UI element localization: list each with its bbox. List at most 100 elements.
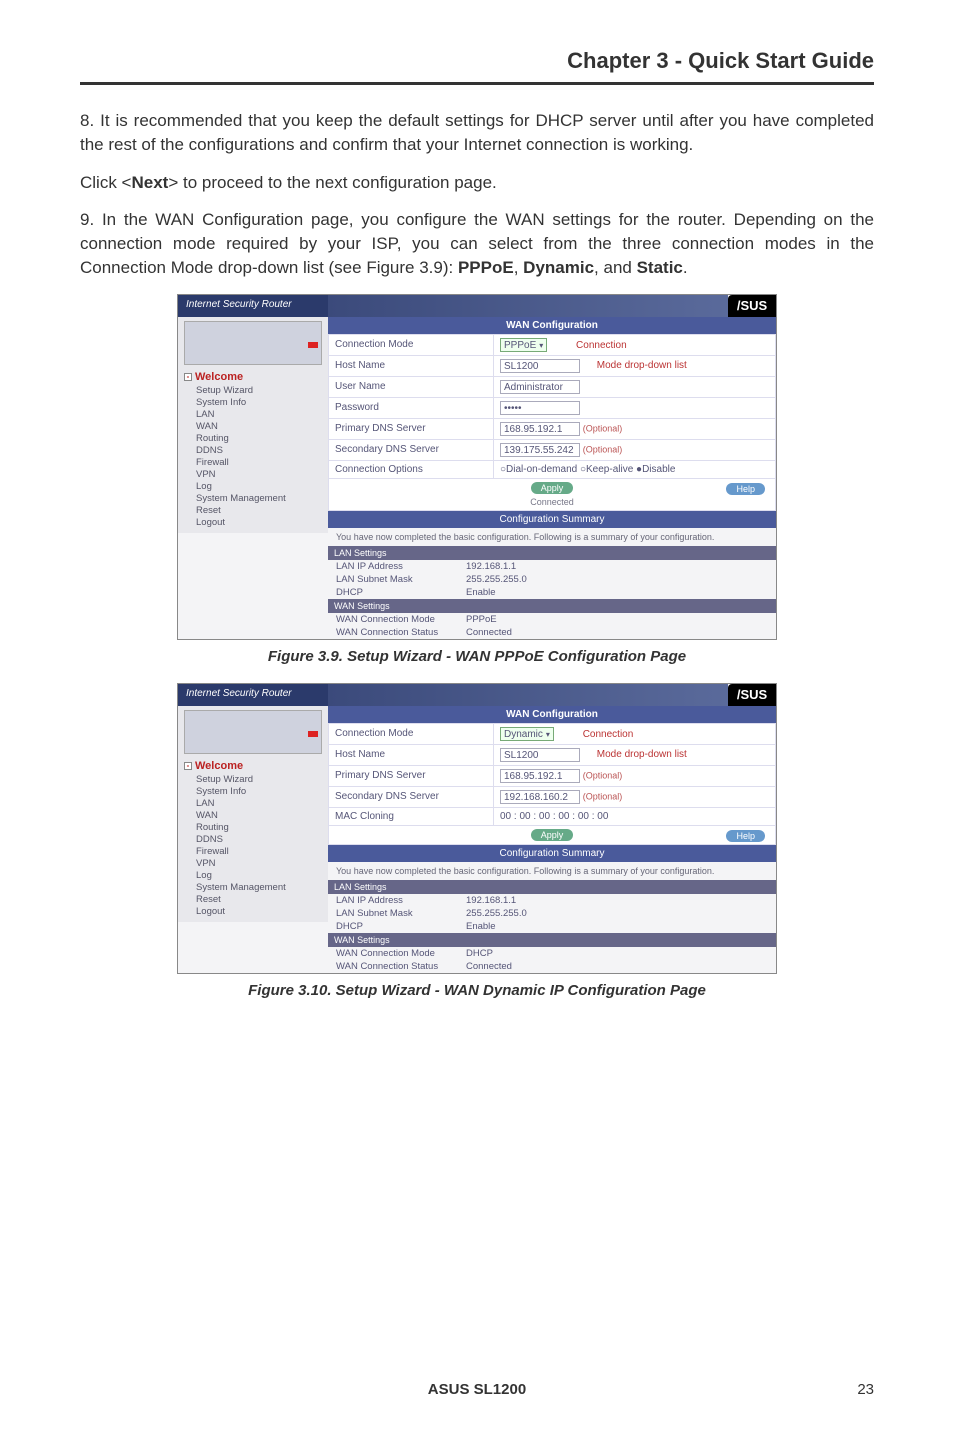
chapter-title: Chapter 3 - Quick Start Guide — [80, 48, 874, 74]
sidebar-item-reset[interactable]: Reset — [196, 894, 322, 905]
sidebar-item-lan[interactable]: LAN — [196, 409, 322, 420]
connopt-radios[interactable]: ○Dial-on-demand ○Keep-alive ●Disable — [494, 460, 776, 478]
text: > to proceed to the next configuration p… — [168, 173, 496, 192]
sidebar-item-routing[interactable]: Routing — [196, 822, 322, 833]
anno-connection: Connection — [583, 729, 634, 740]
sidebar-item-reset[interactable]: Reset — [196, 505, 322, 516]
label-pass: Password — [329, 397, 494, 418]
optional-label: (Optional) — [583, 791, 623, 801]
optional-label: (Optional) — [583, 423, 623, 433]
product-image — [184, 321, 322, 365]
mac-inputs[interactable]: 00 : 00 : 00 : 00 : 00 : 00 — [494, 807, 776, 825]
sidebar-item-welcome[interactable]: -Welcome — [184, 760, 322, 772]
brand-logo: /SUS — [728, 295, 776, 317]
sidebar-item-wan[interactable]: WAN — [196, 810, 322, 821]
figure-3-9: Internet Security Router /SUS -Welcome S… — [177, 294, 777, 640]
kv-dhcp: DHCPEnable — [328, 586, 776, 599]
brand-logo: /SUS — [728, 684, 776, 706]
sidebar-item-sysinfo[interactable]: System Info — [196, 786, 322, 797]
label-user: User Name — [329, 376, 494, 397]
sidebar-item-lan[interactable]: LAN — [196, 798, 322, 809]
sidebar-item-vpn[interactable]: VPN — [196, 469, 322, 480]
kv-lanip: LAN IP Address192.168.1.1 — [328, 894, 776, 907]
secdns-input[interactable]: 192.168.160.2 — [500, 790, 580, 804]
summary-msg: You have now completed the basic configu… — [328, 862, 776, 880]
help-button[interactable]: Help — [726, 483, 765, 495]
anno-drop: Mode drop-down list — [597, 749, 687, 760]
apply-button[interactable]: Apply — [531, 482, 574, 494]
sidebar-item-setup[interactable]: Setup Wizard — [196, 774, 322, 785]
host-input[interactable]: SL1200 — [500, 359, 580, 373]
kv-lanmask: LAN Subnet Mask255.255.255.0 — [328, 907, 776, 920]
conn-mode-select[interactable]: Dynamic — [500, 727, 554, 741]
paragraph-next: Click <Next> to proceed to the next conf… — [80, 171, 874, 195]
sidebar-item-setup[interactable]: Setup Wizard — [196, 385, 322, 396]
user-input[interactable]: Administrator — [500, 380, 580, 394]
kv-wanmode: WAN Connection ModePPPoE — [328, 613, 776, 626]
sidebar-item-welcome[interactable]: -Welcome — [184, 371, 322, 383]
sidebar-item-sysmgmt[interactable]: System Management — [196, 882, 322, 893]
conn-mode-select[interactable]: PPPoE — [500, 338, 547, 352]
paragraph-9: 9. In the WAN Configuration page, you co… — [80, 208, 874, 279]
sidebar-item-ddns[interactable]: DDNS — [196, 834, 322, 845]
pass-input[interactable]: ••••• — [500, 401, 580, 415]
sidebar-item-log[interactable]: Log — [196, 481, 322, 492]
label-connopt: Connection Options — [329, 460, 494, 478]
titlebar: Internet Security Router /SUS — [178, 684, 776, 706]
kv-lanmask: LAN Subnet Mask255.255.255.0 — [328, 573, 776, 586]
text: Click < — [80, 173, 131, 192]
sidebar: -Welcome Setup Wizard System Info LAN WA… — [178, 317, 328, 533]
text: . — [683, 258, 688, 277]
titlebar: Internet Security Router /SUS — [178, 295, 776, 317]
summary-banner: Configuration Summary — [328, 511, 776, 528]
sidebar-item-logout[interactable]: Logout — [196, 906, 322, 917]
sidebar-item-log[interactable]: Log — [196, 870, 322, 881]
mode-pppoe: PPPoE — [458, 258, 514, 277]
apply-row: Apply Help Connected — [329, 478, 776, 510]
kv-wanstat: WAN Connection StatusConnected — [328, 960, 776, 973]
sidebar-item-sysinfo[interactable]: System Info — [196, 397, 322, 408]
sidebar-item-vpn[interactable]: VPN — [196, 858, 322, 869]
lan-settings-title: LAN Settings — [328, 880, 776, 894]
sidebar-item-wan[interactable]: WAN — [196, 421, 322, 432]
sidebar-item-ddns[interactable]: DDNS — [196, 445, 322, 456]
kv-wanmode: WAN Connection ModeDHCP — [328, 947, 776, 960]
sidebar-item-routing[interactable]: Routing — [196, 433, 322, 444]
kv-dhcp: DHCPEnable — [328, 920, 776, 933]
apply-row: Apply Help — [329, 825, 776, 844]
figure-3-10-caption: Figure 3.10. Setup Wizard - WAN Dynamic … — [80, 982, 874, 999]
main-panel: WAN Configuration Connection ModePPPoE C… — [328, 317, 776, 639]
host-input[interactable]: SL1200 — [500, 748, 580, 762]
wan-table: Connection Mode PPPoE Connection Host Nam… — [328, 334, 776, 511]
summary-msg: You have now completed the basic configu… — [328, 528, 776, 546]
label-secdns: Secondary DNS Server — [329, 439, 494, 460]
wan-banner: WAN Configuration — [328, 706, 776, 723]
lan-settings-title: LAN Settings — [328, 546, 776, 560]
apply-button[interactable]: Apply — [531, 829, 574, 841]
sidebar-item-logout[interactable]: Logout — [196, 517, 322, 528]
anno-connection: Connection — [576, 340, 627, 351]
figure-3-10: Internet Security Router /SUS -Welcome S… — [177, 683, 777, 974]
mode-static: Static — [637, 258, 683, 277]
secdns-input[interactable]: 139.175.55.242 — [500, 443, 580, 457]
text: , — [514, 258, 523, 277]
kv-wanstat: WAN Connection StatusConnected — [328, 626, 776, 639]
wan-table: Connection ModeDynamic Connection Host N… — [328, 723, 776, 845]
label-host: Host Name — [329, 744, 494, 765]
wan-settings-title: WAN Settings — [328, 599, 776, 613]
help-button[interactable]: Help — [726, 830, 765, 842]
tree-collapse-icon: - — [184, 373, 192, 381]
label-pridns: Primary DNS Server — [329, 765, 494, 786]
main-panel: WAN Configuration Connection ModeDynamic… — [328, 706, 776, 973]
pridns-input[interactable]: 168.95.192.1 — [500, 769, 580, 783]
pridns-input[interactable]: 168.95.192.1 — [500, 422, 580, 436]
titlebar-spacer — [328, 684, 728, 706]
label-conn-mode: Connection Mode — [329, 334, 494, 355]
sidebar-item-firewall[interactable]: Firewall — [196, 846, 322, 857]
paragraph-8: 8. It is recommended that you keep the d… — [80, 109, 874, 157]
sidebar-item-firewall[interactable]: Firewall — [196, 457, 322, 468]
footer-product: ASUS SL1200 — [0, 1381, 954, 1398]
label-host: Host Name — [329, 355, 494, 376]
next-label: Next — [131, 173, 168, 192]
sidebar-item-sysmgmt[interactable]: System Management — [196, 493, 322, 504]
